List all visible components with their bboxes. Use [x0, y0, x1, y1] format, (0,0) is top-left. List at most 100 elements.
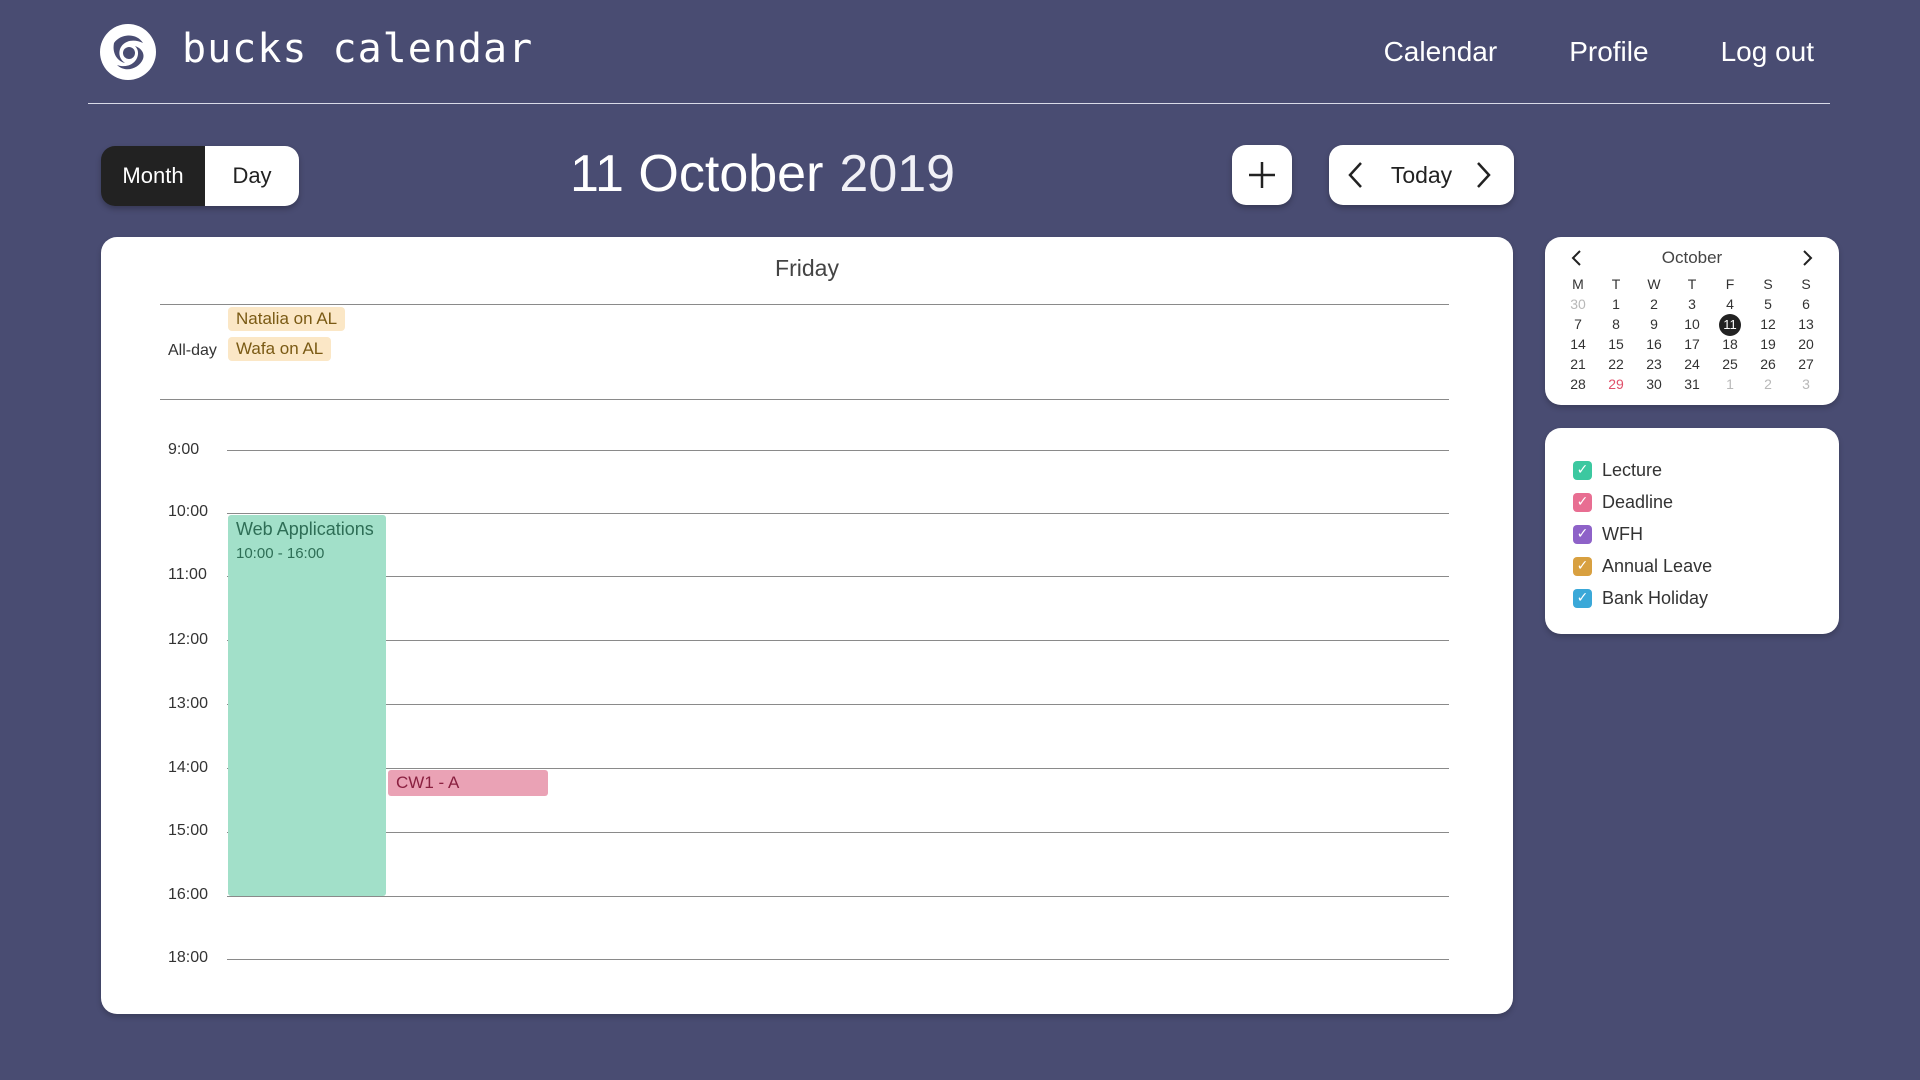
time-label: 15:00 [168, 822, 209, 839]
legend-item-wfh[interactable]: ✓ WFH [1573, 518, 1839, 550]
legend-label: Bank Holiday [1602, 587, 1709, 608]
date-day-month: 11 October [570, 145, 824, 203]
mini-cal-day-holiday[interactable]: 29 [1597, 374, 1635, 394]
event-time: 10:00 - 16:00 [236, 545, 325, 562]
chevron-left-icon [1348, 162, 1362, 188]
legend-item-annual-leave[interactable]: ✓ Annual Leave [1573, 550, 1839, 582]
category-legend: ✓ Lecture ✓ Deadline ✓ WFH ✓ Annual Leav… [1545, 428, 1839, 634]
date-navigator: Today [1329, 145, 1514, 205]
time-label: 9:00 [168, 441, 200, 458]
day-view-button[interactable]: Day [205, 146, 299, 206]
weekday-header: T [1687, 276, 1697, 292]
chevron-right-icon [1477, 162, 1491, 188]
mini-cal-day[interactable]: 27 [1787, 354, 1825, 374]
hour-line [227, 450, 1449, 451]
checkbox-icon[interactable]: ✓ [1573, 524, 1592, 544]
mini-cal-day[interactable]: 30 [1559, 294, 1597, 314]
mini-cal-day[interactable]: 31 [1673, 374, 1711, 394]
plus-icon [1249, 162, 1275, 188]
mini-cal-day[interactable]: 13 [1787, 314, 1825, 334]
mini-cal-day[interactable]: 12 [1749, 314, 1787, 334]
hour-line [227, 896, 1449, 897]
event-cw1[interactable]: CW1 - A [388, 770, 548, 796]
time-label: 10:00 [168, 503, 209, 520]
mini-cal-day[interactable]: 3 [1673, 294, 1711, 314]
mini-cal-day[interactable]: 23 [1635, 354, 1673, 374]
allday-event[interactable]: Wafa on AL [228, 337, 332, 361]
hour-line [227, 959, 1449, 960]
checkbox-icon[interactable]: ✓ [1573, 460, 1592, 480]
mini-cal-day[interactable]: 18 [1711, 334, 1749, 354]
mini-cal-day[interactable]: 25 [1711, 354, 1749, 374]
allday-top-line [160, 304, 1449, 305]
add-event-button[interactable] [1232, 145, 1292, 205]
day-view-panel: Friday Natalia on AL Wafa on AL All-day … [101, 237, 1513, 1014]
mini-cal-day[interactable]: 24 [1673, 354, 1711, 374]
mini-cal-day[interactable]: 14 [1559, 334, 1597, 354]
checkbox-icon[interactable]: ✓ [1573, 588, 1592, 608]
mini-cal-day[interactable]: 5 [1749, 294, 1787, 314]
mini-cal-day[interactable]: 8 [1597, 314, 1635, 334]
weekday-header: M [1572, 276, 1584, 292]
checkbox-icon[interactable]: ✓ [1573, 492, 1592, 512]
mini-cal-day[interactable]: 17 [1673, 334, 1711, 354]
mini-cal-day[interactable]: 7 [1559, 314, 1597, 334]
time-label: 14:00 [168, 759, 209, 776]
mini-cal-grid: M T W T F S S 30 1 2 3 4 5 6 7 8 9 10 11… [1559, 274, 1825, 394]
mini-cal-day[interactable]: 22 [1597, 354, 1635, 374]
mini-cal-day[interactable]: 3 [1787, 374, 1825, 394]
month-view-button[interactable]: Month [101, 146, 205, 206]
hour-line [227, 513, 1449, 514]
mini-cal-day[interactable]: 28 [1559, 374, 1597, 394]
today-button[interactable]: Today [1391, 162, 1452, 189]
mini-cal-month: October [1661, 248, 1723, 267]
mini-cal-day[interactable]: 1 [1711, 374, 1749, 394]
hour-line [227, 832, 1449, 833]
legend-label: Lecture [1602, 459, 1663, 480]
logo-icon[interactable] [99, 23, 157, 81]
mini-cal-day[interactable]: 4 [1711, 294, 1749, 314]
legend-item-deadline[interactable]: ✓ Deadline [1573, 486, 1839, 518]
weekday-header: T [1611, 276, 1621, 292]
mini-cal-day[interactable]: 1 [1597, 294, 1635, 314]
mini-cal-day[interactable]: 10 [1673, 314, 1711, 334]
legend-label: Annual Leave [1602, 555, 1713, 576]
mini-cal-day[interactable]: 26 [1749, 354, 1787, 374]
next-day-button[interactable] [1474, 160, 1496, 190]
nav-calendar-link[interactable]: Calendar [1384, 36, 1498, 68]
date-heading: 11 October 2019 [570, 144, 955, 204]
time-label: 18:00 [168, 949, 209, 966]
weekday-header: S [1763, 276, 1773, 292]
mini-cal-day[interactable]: 2 [1749, 374, 1787, 394]
weekday-header: F [1725, 276, 1735, 292]
legend-item-lecture[interactable]: ✓ Lecture [1573, 454, 1839, 486]
time-label: 12:00 [168, 631, 209, 648]
mini-cal-day[interactable]: 2 [1635, 294, 1673, 314]
event-title: Web Applications [236, 519, 374, 539]
event-web-applications[interactable]: Web Applications 10:00 - 16:00 [228, 515, 386, 896]
allday-event[interactable]: Natalia on AL [228, 307, 346, 331]
mini-cal-day[interactable]: 15 [1597, 334, 1635, 354]
legend-item-bank-holiday[interactable]: ✓ Bank Holiday [1573, 582, 1839, 614]
legend-label: Deadline [1602, 491, 1674, 512]
nav-logout-link[interactable]: Log out [1721, 36, 1814, 68]
mini-cal-day[interactable]: 19 [1749, 334, 1787, 354]
prev-day-button[interactable] [1347, 160, 1369, 190]
checkbox-icon[interactable]: ✓ [1573, 556, 1592, 576]
mini-cal-day[interactable]: 21 [1559, 354, 1597, 374]
mini-cal-day[interactable]: 20 [1787, 334, 1825, 354]
header-divider [88, 103, 1830, 104]
time-label: 11:00 [168, 566, 207, 583]
selected-day-marker: 11 [1719, 314, 1741, 336]
hour-line [227, 640, 1449, 641]
legend-label: WFH [1602, 523, 1643, 544]
hour-line [227, 768, 1449, 769]
mini-cal-day-selected[interactable]: 11 [1711, 314, 1749, 336]
mini-cal-day[interactable]: 30 [1635, 374, 1673, 394]
mini-cal-day[interactable]: 16 [1635, 334, 1673, 354]
mini-cal-next-button[interactable] [1799, 249, 1815, 267]
mini-cal-day[interactable]: 6 [1787, 294, 1825, 314]
mini-cal-day[interactable]: 9 [1635, 314, 1673, 334]
nav-profile-link[interactable]: Profile [1569, 36, 1648, 68]
top-nav: Calendar Profile Log out [1384, 36, 1814, 68]
